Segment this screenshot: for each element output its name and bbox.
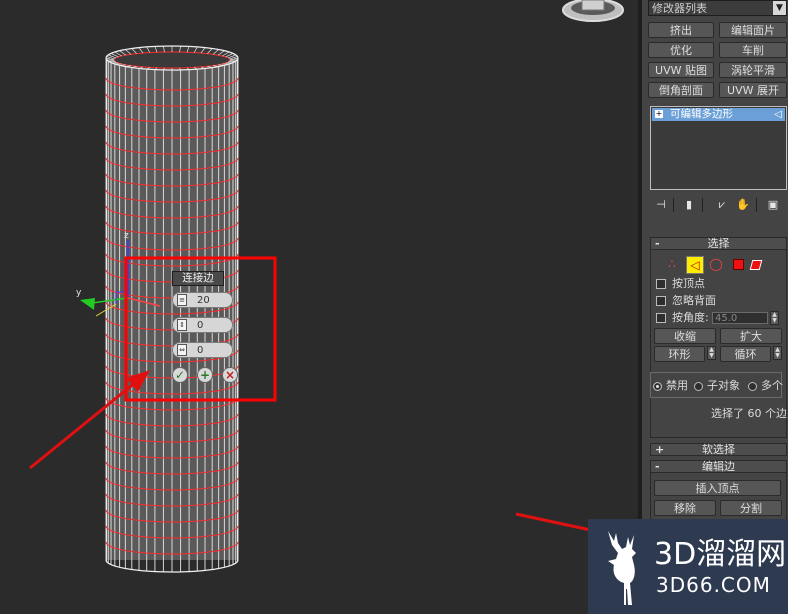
make-unique-icon[interactable]: ⩗ xyxy=(715,198,729,212)
element-mode-icon[interactable] xyxy=(748,256,764,272)
perspective-viewport[interactable]: y z 连接边 ≡ 20 ⇕ 0 ⇔ 0 ✓ + × xyxy=(0,0,638,614)
ok-check-icon[interactable]: ✓ xyxy=(172,367,188,383)
watermark-url: 3D66.COM xyxy=(656,573,771,597)
ring-button[interactable]: 环形 xyxy=(654,346,705,362)
watermark-title: 3D溜溜网 xyxy=(654,537,787,572)
show-end-result-icon[interactable]: ▮ xyxy=(682,198,696,212)
by-vertex-checkbox[interactable]: 按顶点 xyxy=(656,277,705,291)
unwrap-uvw-modifier-button[interactable]: UVW 展开 xyxy=(719,82,787,98)
checkbox-box[interactable] xyxy=(656,313,666,323)
soft-selection-rollout-header[interactable]: + 软选择 xyxy=(650,443,787,456)
toolbar-separator xyxy=(673,198,674,212)
by-angle-checkbox[interactable]: 按角度: xyxy=(656,311,709,325)
segments-field[interactable]: ≡ 20 xyxy=(172,292,233,308)
modifier-list-dropdown[interactable]: 修改器列表 ▼ xyxy=(648,0,787,16)
stack-item-label: 可编辑多边形 xyxy=(670,108,733,120)
selection-status-text: 选择了 60 个边 xyxy=(711,407,787,420)
deer-logo-icon xyxy=(608,531,636,605)
checkbox-box[interactable] xyxy=(656,279,666,289)
axis-z-label: z xyxy=(124,231,129,241)
segments-value: 20 xyxy=(197,295,210,306)
pin-stack-icon[interactable]: ⊣ xyxy=(654,198,668,212)
remove-button[interactable]: 移除 xyxy=(654,500,716,516)
loop-spinner[interactable]: ▲ ▼ xyxy=(773,346,782,360)
grow-button[interactable]: 扩大 xyxy=(720,328,782,344)
expand-sign: + xyxy=(655,443,665,456)
uvw-map-modifier-button[interactable]: UVW 贴图 xyxy=(648,62,714,78)
vertex-mode-icon[interactable]: ∴ xyxy=(664,256,680,272)
slide-value: 0 xyxy=(197,345,204,356)
preview-multi-radio[interactable]: 多个 xyxy=(748,380,783,392)
bevel-profile-modifier-button[interactable]: 倒角剖面 xyxy=(648,82,714,98)
viewcube-icon[interactable] xyxy=(562,0,624,22)
loop-button[interactable]: 循环 xyxy=(720,346,771,362)
angle-spinner[interactable]: ▲ ▼ xyxy=(770,311,779,325)
preview-multi-label: 多个 xyxy=(761,379,783,392)
cancel-x-icon[interactable]: × xyxy=(222,367,238,383)
edge-mode-icon[interactable]: ◁ xyxy=(686,256,704,274)
preview-disabled-label: 禁用 xyxy=(666,379,688,392)
collapse-sign: - xyxy=(655,460,660,473)
dropdown-arrow-icon[interactable]: ▼ xyxy=(773,1,786,15)
border-mode-icon[interactable]: ◯ xyxy=(708,256,724,272)
edge-triangle-icon: ◁ xyxy=(774,109,782,120)
segments-icon: ≡ xyxy=(177,294,187,306)
axis-y-label: y xyxy=(76,288,82,298)
split-button[interactable]: 分割 xyxy=(720,500,782,516)
toolbar-separator xyxy=(756,198,757,212)
radio-dot[interactable] xyxy=(653,381,662,391)
preview-subobject-radio[interactable]: 子对象 xyxy=(694,380,740,392)
edit-edges-rollout-header[interactable]: - 编辑边 xyxy=(650,460,787,473)
lathe-modifier-button[interactable]: 车削 xyxy=(719,42,787,58)
preview-subobject-label: 子对象 xyxy=(707,379,740,392)
ignore-backfacing-label: 忽略背面 xyxy=(672,294,716,307)
checkbox-box[interactable] xyxy=(656,296,666,306)
edit-edges-title: 编辑边 xyxy=(702,460,735,473)
pinch-field[interactable]: ⇕ 0 xyxy=(172,317,233,333)
modifier-list-label: 修改器列表 xyxy=(652,2,707,15)
ignore-backfacing-checkbox[interactable]: 忽略背面 xyxy=(656,294,716,308)
preview-disabled-radio[interactable]: 禁用 xyxy=(653,380,688,392)
modifier-stack[interactable]: + 可编辑多边形 ◁ xyxy=(650,106,787,190)
soft-selection-title: 软选择 xyxy=(702,443,735,456)
expand-icon[interactable]: + xyxy=(655,110,663,118)
by-vertex-label: 按顶点 xyxy=(672,277,705,290)
configure-sets-icon[interactable]: ▣ xyxy=(766,198,780,212)
selection-rollout-title: 选择 xyxy=(707,237,730,250)
connect-edges-caddy-title: 连接边 xyxy=(172,271,224,286)
toolbar-separator xyxy=(702,198,703,212)
polygon-mode-icon[interactable] xyxy=(730,256,746,272)
edit-patch-modifier-button[interactable]: 编辑面片 xyxy=(719,22,787,38)
pinch-icon: ⇕ xyxy=(177,319,187,331)
slide-field[interactable]: ⇔ 0 xyxy=(172,342,233,358)
radio-dot[interactable] xyxy=(748,381,757,391)
angle-input[interactable]: 45.0 xyxy=(712,312,768,324)
remove-modifier-icon[interactable]: ✋ xyxy=(736,198,750,212)
collapse-sign: - xyxy=(655,237,660,250)
turbosmooth-modifier-button[interactable]: 涡轮平滑 xyxy=(719,62,787,78)
shrink-button[interactable]: 收缩 xyxy=(654,328,716,344)
pinch-value: 0 xyxy=(197,320,204,331)
extrude-modifier-button[interactable]: 挤出 xyxy=(648,22,714,38)
by-angle-label: 按角度: xyxy=(672,311,709,324)
slide-icon: ⇔ xyxy=(177,344,187,356)
selection-rollout-header[interactable]: - 选择 xyxy=(650,237,787,250)
apply-plus-icon[interactable]: + xyxy=(197,367,213,383)
ring-spinner[interactable]: ▲ ▼ xyxy=(707,346,716,360)
stack-item-editable-poly[interactable]: + 可编辑多边形 ◁ xyxy=(652,108,785,121)
insert-vertex-button[interactable]: 插入顶点 xyxy=(654,480,781,496)
viewport-canvas[interactable]: y z xyxy=(0,0,638,614)
radio-dot[interactable] xyxy=(694,381,703,391)
optimize-modifier-button[interactable]: 优化 xyxy=(648,42,714,58)
